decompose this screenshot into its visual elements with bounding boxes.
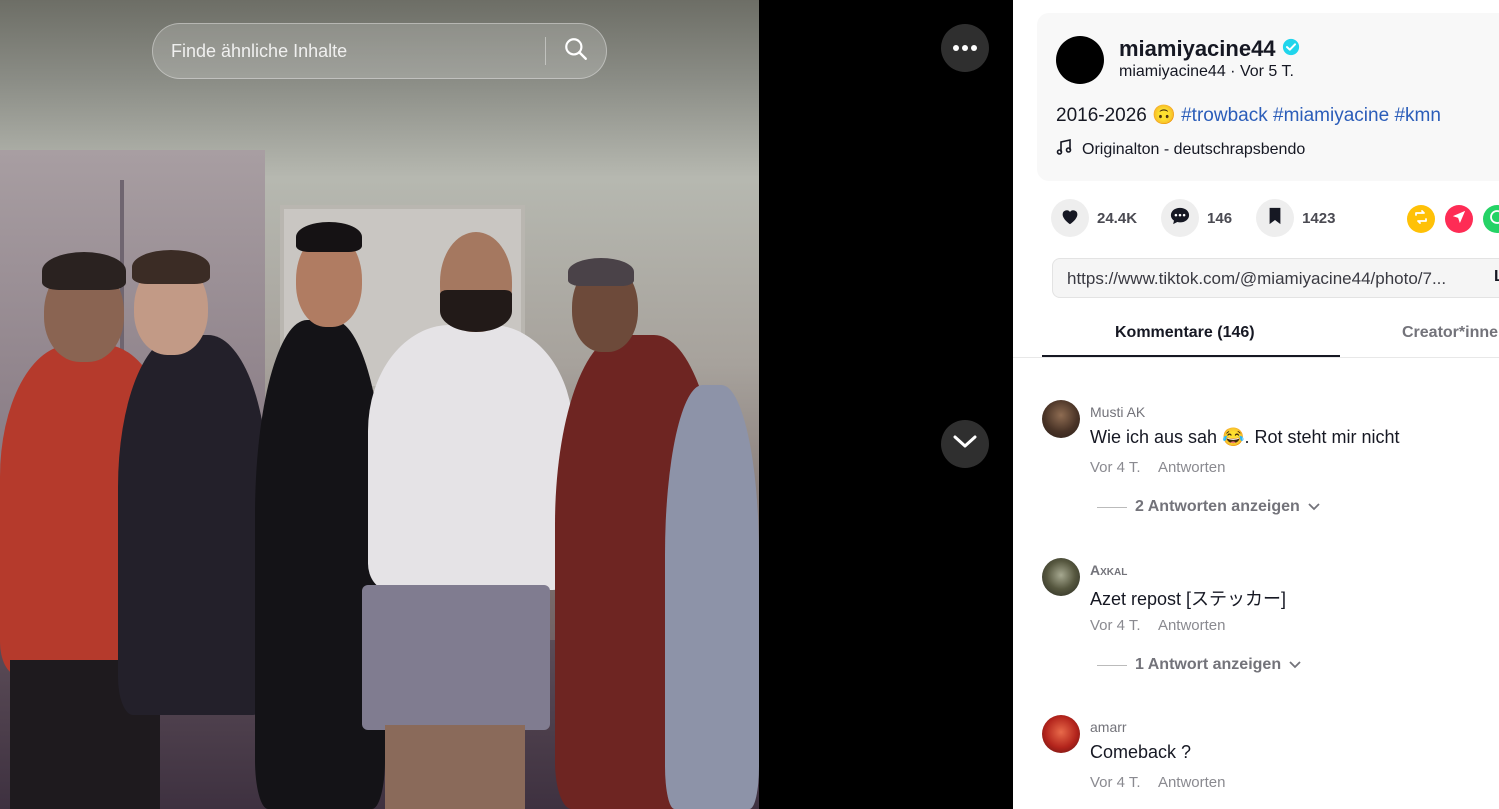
like-count: 24.4K	[1097, 209, 1138, 227]
comment-item: amarr Comeback ? Vor 4 T. Antworten	[1042, 715, 1499, 809]
post-time: Vor 5 T.	[1239, 63, 1294, 80]
verified-icon	[1282, 36, 1300, 62]
save-count: 1423	[1302, 209, 1336, 227]
replies-divider	[1097, 664, 1127, 666]
photo-cap-5	[568, 258, 634, 286]
photo-hair-3	[296, 222, 362, 252]
author-card: miamiyacine44 miamiyacine44 · Vor 5 T. 2…	[1037, 13, 1499, 181]
comment-reply-button[interactable]: Antworten	[1158, 774, 1226, 791]
comment-count: 146	[1207, 209, 1233, 227]
bookmark-icon	[1267, 207, 1283, 230]
photo-hair-1	[42, 252, 126, 290]
music-link[interactable]: Originalton - deutschrapsbendo	[1056, 139, 1305, 160]
search-button[interactable]	[546, 24, 606, 78]
search-input[interactable]	[153, 24, 545, 78]
show-replies-button[interactable]: 2 Antworten anzeigen	[1097, 498, 1320, 516]
repost-button[interactable]	[1407, 205, 1435, 233]
whatsapp-button[interactable]	[1483, 205, 1499, 233]
photo-hair-2	[132, 250, 210, 284]
comment-text: Azet repost [ステッカー]	[1090, 589, 1287, 609]
replies-divider	[1097, 506, 1127, 508]
tab-creator-videos[interactable]: Creator*innen	[1402, 324, 1499, 342]
post-link-url: https://www.tiktok.com/@miamiyacine44/ph…	[1067, 269, 1447, 288]
action-bar: 24.4K 146 1423	[1051, 199, 1359, 237]
photo-person-4	[368, 325, 573, 590]
post-caption: 2016-2026 🙃 #trowback #miamiyacine #kmn	[1056, 103, 1441, 127]
music-label: Originalton - deutschrapsbendo	[1082, 140, 1306, 158]
music-note-icon	[1056, 139, 1072, 160]
search-icon	[563, 36, 589, 67]
author-subline: miamiyacine44 · Vor 5 T.	[1119, 63, 1294, 81]
photo-person-3	[255, 320, 385, 809]
author-name[interactable]: miamiyacine44	[1119, 36, 1300, 62]
comment-reply-button[interactable]: Antworten	[1158, 617, 1226, 634]
comment-icon	[1169, 206, 1191, 231]
more-icon	[952, 39, 978, 57]
like-circle	[1051, 199, 1089, 237]
send-icon	[1452, 210, 1466, 229]
comment-button[interactable]: 146	[1161, 199, 1232, 237]
comment-avatar[interactable]	[1042, 400, 1080, 438]
comment-avatar[interactable]	[1042, 558, 1080, 596]
comment-meta: Vor 4 T. Antworten	[1090, 774, 1239, 791]
detail-panel: miamiyacine44 miamiyacine44 · Vor 5 T. 2…	[1013, 0, 1499, 809]
comment-meta: Vor 4 T. Antworten	[1090, 617, 1239, 634]
comment-reply-button[interactable]: Antworten	[1158, 459, 1226, 476]
comment-circle	[1161, 199, 1200, 237]
photo-legs-4	[385, 725, 525, 809]
comment-username[interactable]: amarr	[1090, 719, 1127, 735]
more-options-button[interactable]	[941, 24, 989, 72]
post-link-field[interactable]: https://www.tiktok.com/@miamiyacine44/ph…	[1052, 258, 1499, 298]
whatsapp-icon	[1489, 209, 1499, 230]
save-circle	[1256, 199, 1295, 237]
comment-text: Wie ich aus sah 😂. Rot steht mir nicht	[1090, 427, 1400, 447]
author-display-name[interactable]: miamiyacine44	[1119, 36, 1276, 62]
media-stage	[0, 0, 1013, 809]
chevron-down-icon	[953, 435, 977, 454]
photo-person-6	[665, 385, 759, 809]
like-button[interactable]: 24.4K	[1051, 199, 1137, 237]
photo-shorts-4	[362, 585, 550, 730]
repost-icon	[1413, 209, 1429, 230]
chevron-down-icon	[1289, 656, 1301, 674]
hashtag-miamiyacine[interactable]: #miamiyacine	[1273, 105, 1389, 126]
comment-time: Vor 4 T.	[1090, 774, 1141, 791]
comment-meta: Vor 4 T. Antworten	[1090, 459, 1239, 476]
show-replies-label: 1 Antwort anzeigen	[1135, 656, 1282, 673]
chevron-down-icon	[1308, 498, 1320, 516]
copy-link-button[interactable]: L	[1494, 268, 1499, 286]
comment-username[interactable]: Musti AK	[1090, 404, 1145, 420]
share-icons	[1407, 205, 1499, 233]
comment-item: Axkal Azet repost [ステッカー] Vor 4 T. Antwo…	[1042, 558, 1499, 688]
comment-item: Musti AK Wie ich aus sah 😂. Rot steht mi…	[1042, 400, 1499, 530]
comment-text: Comeback ?	[1090, 742, 1192, 762]
tab-active-underline	[1042, 355, 1340, 357]
author-avatar[interactable]	[1056, 36, 1104, 84]
author-handle: miamiyacine44	[1119, 63, 1226, 80]
separator-dot: ·	[1230, 63, 1240, 80]
comment-tabs: Kommentare (146) Creator*innen	[1013, 312, 1499, 358]
send-button[interactable]	[1445, 205, 1473, 233]
comment-time: Vor 4 T.	[1090, 617, 1141, 634]
comment-time: Vor 4 T.	[1090, 459, 1141, 476]
heart-icon	[1060, 207, 1080, 230]
hashtag-kmn[interactable]: #kmn	[1394, 105, 1440, 126]
save-button[interactable]: 1423	[1256, 199, 1335, 237]
tab-comments[interactable]: Kommentare (146)	[1115, 324, 1255, 342]
next-post-button[interactable]	[941, 420, 989, 468]
show-replies-label: 2 Antworten anzeigen	[1135, 498, 1300, 515]
comment-avatar[interactable]	[1042, 715, 1080, 753]
caption-emoji: 🙃	[1152, 105, 1176, 126]
photo-beard-4	[440, 290, 512, 332]
photo-person-2	[118, 335, 268, 715]
comment-username[interactable]: Axkal	[1090, 562, 1127, 578]
similar-content-search	[152, 23, 607, 79]
caption-text: 2016-2026	[1056, 105, 1153, 126]
post-photo	[0, 0, 759, 809]
show-replies-button[interactable]: 1 Antwort anzeigen	[1097, 656, 1301, 674]
hashtag-trowback[interactable]: #trowback	[1181, 105, 1268, 126]
